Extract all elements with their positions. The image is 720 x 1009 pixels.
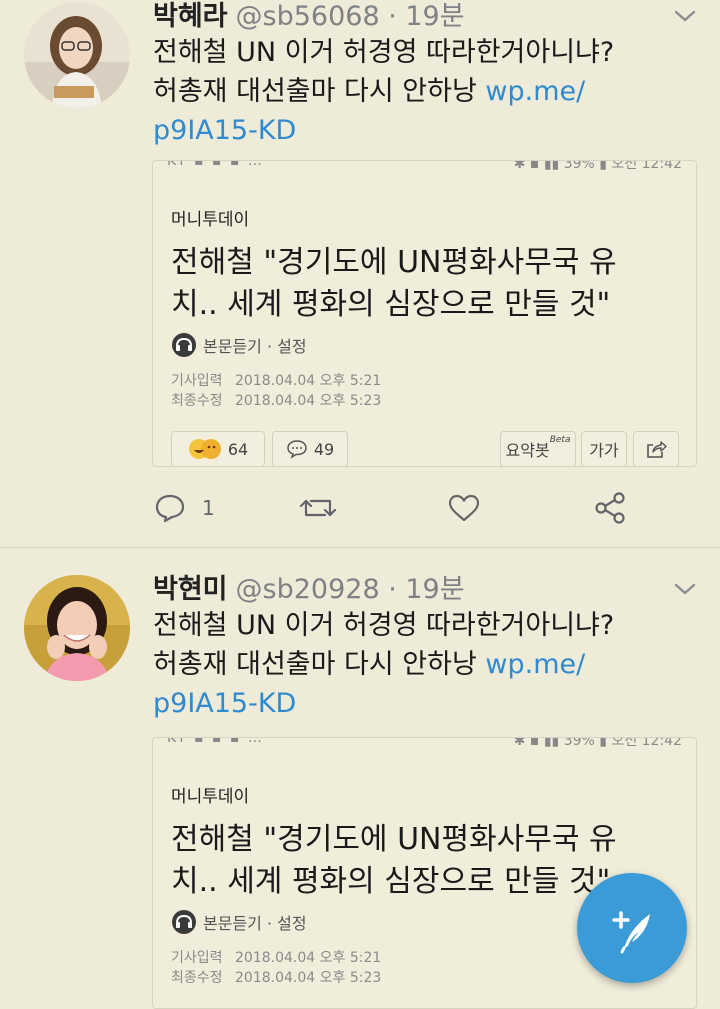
compose-tweet-button[interactable] — [577, 873, 687, 983]
screenshot-status-bar: KT ▪ ▪ ▪ … ✱ ▪ ▮▮ 39% ▮ 오전 12:42 — [167, 161, 682, 170]
article-dates: 기사입력 2018.04.04 오후 5:21 최종수정 2018.04.04 오후… — [171, 371, 381, 411]
headphone-icon — [172, 333, 196, 357]
news-source: 머니투데이 — [171, 787, 250, 807]
font-size-label: 가가 — [589, 441, 619, 460]
avatar[interactable] — [24, 2, 130, 108]
heart-icon — [448, 494, 480, 522]
tweet-text: 전해철 UN 이거 허경영 따라한거아니냐? 허총재 대선출마 다시 안하낭 w… — [153, 33, 673, 150]
listen-setting: 본문듣기 · 설정 — [171, 330, 307, 360]
tweet-text-line: 전해철 UN 이거 허경영 따라한거아니냐? — [153, 610, 615, 641]
headphone-icon — [172, 910, 196, 934]
tweet-header: 박현미 @sb20928 · 19분 — [153, 567, 465, 607]
retweet-button[interactable] — [299, 488, 337, 528]
input-date-label: 기사입력 — [171, 950, 223, 966]
headline-line: 전해철 "경기도에 UN평화사무국 유 — [171, 245, 617, 280]
listen-label: 본문듣기 · 설정 — [203, 337, 307, 356]
tweet-link-cont[interactable]: p9IA15-KD — [153, 684, 673, 723]
headline-line: 전해철 "경기도에 UN평화사무국 유 — [171, 822, 617, 857]
edit-date: 2018.04.04 오후 5:23 — [235, 393, 382, 409]
news-source: 머니투데이 — [171, 210, 250, 230]
speech-bubble-icon — [287, 440, 307, 459]
tweet-text-line: 허총재 대선출마 다시 안하낭 — [153, 649, 477, 680]
edit-date-label: 최종수정 — [171, 970, 223, 986]
user-name[interactable]: 박현미 — [153, 574, 228, 605]
tweet-link[interactable]: wp.me/ — [485, 649, 585, 680]
reaction-button: 64 — [171, 431, 265, 466]
reply-count: 1 — [202, 496, 215, 520]
summary-bot-label: 요약봇 — [505, 441, 550, 460]
screenshot-status-bar: KT ▪ ▪ ▪ … ✱ ▪ ▮▮ 39% ▮ 오전 12:42 — [167, 738, 682, 747]
tweet-actions: 1 — [0, 488, 720, 528]
reply-icon — [155, 494, 185, 523]
news-headline: 전해철 "경기도에 UN평화사무국 유 치.. 세계 평화의 심장으로 만들 것… — [171, 242, 681, 326]
tweet-link[interactable]: wp.me/ — [485, 76, 585, 107]
share-box-icon — [647, 441, 667, 458]
font-size-button: 가가 — [581, 431, 627, 466]
comment-button: 49 — [272, 431, 348, 466]
user-handle-time: @sb56068 · 19분 — [235, 1, 465, 32]
retweet-icon — [299, 499, 337, 517]
reaction-count: 64 — [227, 439, 249, 459]
input-date: 2018.04.04 오후 5:21 — [235, 373, 382, 389]
chevron-down-icon[interactable] — [672, 6, 698, 26]
tweet-text: 전해철 UN 이거 허경영 따라한거아니냐? 허총재 대선출마 다시 안하낭 w… — [153, 606, 673, 723]
avatar[interactable] — [24, 575, 130, 681]
input-date: 2018.04.04 오후 5:21 — [235, 950, 382, 966]
like-button[interactable] — [447, 488, 481, 528]
input-date-label: 기사입력 — [171, 373, 223, 389]
beta-label: Beta — [549, 435, 571, 445]
tweet-link-cont[interactable]: p9IA15-KD — [153, 111, 673, 150]
tweet-text-line: 전해철 UN 이거 허경영 따라한거아니냐? — [153, 37, 615, 68]
tweet-header: 박혜라 @sb56068 · 19분 — [153, 0, 465, 34]
share-icon — [595, 492, 625, 524]
user-name[interactable]: 박혜라 — [153, 1, 228, 32]
headline-line: 치.. 세계 평화의 심장으로 만들 것" — [171, 287, 611, 322]
compose-tweet-icon — [612, 911, 650, 954]
listen-setting: 본문듣기 · 설정 — [171, 907, 307, 937]
article-dates: 기사입력 2018.04.04 오후 5:21 최종수정 2018.04.04 오후… — [171, 948, 381, 988]
article-share-button — [633, 431, 679, 466]
article-button-row: 64 49 요약봇 Beta 가가 — [171, 431, 681, 466]
reply-button[interactable]: 1 — [154, 488, 215, 528]
edit-date-label: 최종수정 — [171, 393, 223, 409]
share-button[interactable] — [593, 488, 627, 528]
tweet-text-line: 허총재 대선출마 다시 안하낭 — [153, 76, 477, 107]
chevron-down-icon[interactable] — [672, 579, 698, 599]
comment-count: 49 — [313, 439, 335, 459]
user-handle-time: @sb20928 · 19분 — [235, 574, 465, 605]
tweet-1[interactable]: 박혜라 @sb56068 · 19분 전해철 UN 이거 허경영 따라한거아니냐?… — [0, 0, 720, 548]
listen-label: 본문듣기 · 설정 — [203, 914, 307, 933]
summary-bot-button: 요약봇 Beta — [500, 431, 576, 466]
emoji-reaction-icon — [188, 439, 221, 459]
edit-date: 2018.04.04 오후 5:23 — [235, 970, 382, 986]
media-card[interactable]: KT ▪ ▪ ▪ … ✱ ▪ ▮▮ 39% ▮ 오전 12:42 머니투데이 전해… — [152, 160, 697, 467]
